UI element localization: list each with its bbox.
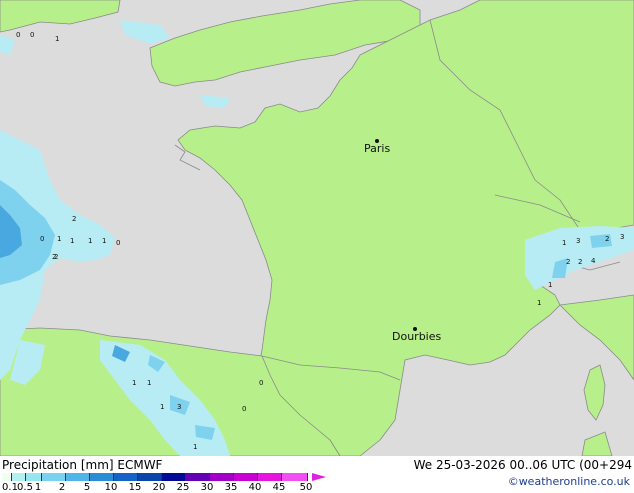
scale-swatch <box>210 473 234 481</box>
scale-swatch <box>2 473 12 481</box>
scale-swatch <box>138 473 162 481</box>
scale-swatch <box>26 473 42 481</box>
precip-value: 0 <box>116 239 121 247</box>
precip-value: 1 <box>132 379 137 387</box>
scale-tick-label: 50 <box>299 482 313 493</box>
scale-tick-label: 5 <box>83 482 91 493</box>
city-label-paris: Paris <box>364 142 391 155</box>
precip-value: 2 <box>72 215 77 223</box>
legend-bar: Precipitation [mm] ECMWF We 25-03-2026 0… <box>0 456 634 493</box>
precip-value: 0 <box>259 379 264 387</box>
scale-swatch <box>42 473 66 481</box>
city-label-dourbies: Dourbies <box>392 330 442 343</box>
precip-value: 1 <box>160 403 165 411</box>
scale-tick-label: 45 <box>272 482 286 493</box>
credit-link[interactable]: ©weatheronline.co.uk <box>508 475 630 488</box>
color-scale <box>2 473 308 481</box>
scale-tick-label: 25 <box>176 482 190 493</box>
basemap <box>0 0 634 456</box>
precip-value: 0 <box>242 405 247 413</box>
precip-value: 0 <box>16 31 21 39</box>
legend-title: Precipitation [mm] ECMWF <box>2 458 163 472</box>
precip-value: 1 <box>562 239 567 247</box>
scale-tick-label: 35 <box>224 482 238 493</box>
precip-value: 2 <box>566 258 571 266</box>
precip-value: 1 <box>55 35 60 43</box>
scale-tick-label: 0.1 <box>2 482 18 493</box>
precip-value: 4 <box>591 257 596 265</box>
precip-value: 1 <box>193 443 198 451</box>
scale-tick-label: 15 <box>128 482 142 493</box>
precip-value: 0 <box>30 31 35 39</box>
precip-value: 1 <box>57 235 62 243</box>
forecast-datetime: We 25-03-2026 00..06 UTC (00+294 <box>413 458 632 472</box>
scale-tick-label: 40 <box>248 482 262 493</box>
scale-swatch <box>66 473 90 481</box>
precip-value: 1 <box>548 281 553 289</box>
precip-value: 1 <box>147 379 152 387</box>
precip-value: 1 <box>102 237 107 245</box>
scale-tick-label: 2 <box>58 482 66 493</box>
precip-value: 1 <box>70 237 75 245</box>
scale-tick-label: 10 <box>104 482 118 493</box>
scale-swatch <box>12 473 26 481</box>
precip-value: 3 <box>620 233 625 241</box>
precip-value: 2 <box>52 253 57 261</box>
scale-swatch <box>186 473 210 481</box>
precip-value: 2 <box>605 235 610 243</box>
precip-value: 0 <box>40 235 45 243</box>
scale-tick-label: 0.5 <box>17 482 33 493</box>
scale-swatch <box>258 473 282 481</box>
scale-tick-label: 30 <box>200 482 214 493</box>
scale-swatch <box>162 473 186 481</box>
scale-swatch <box>114 473 138 481</box>
precip-value: 2 <box>578 258 583 266</box>
scale-arrow-icon <box>312 473 326 481</box>
scale-tick-label: 20 <box>152 482 166 493</box>
scale-swatch <box>90 473 114 481</box>
precip-value: 3 <box>177 403 182 411</box>
scale-swatch <box>234 473 258 481</box>
precip-value: 1 <box>88 237 93 245</box>
precip-value: 3 <box>576 237 581 245</box>
precip-value: 1 <box>537 299 542 307</box>
scale-swatch <box>282 473 308 481</box>
scale-tick-label: 1 <box>34 482 42 493</box>
map-area: Paris Dourbies 0 0 1 2 1 0 1 1 1 0 2 3 1… <box>0 0 634 456</box>
